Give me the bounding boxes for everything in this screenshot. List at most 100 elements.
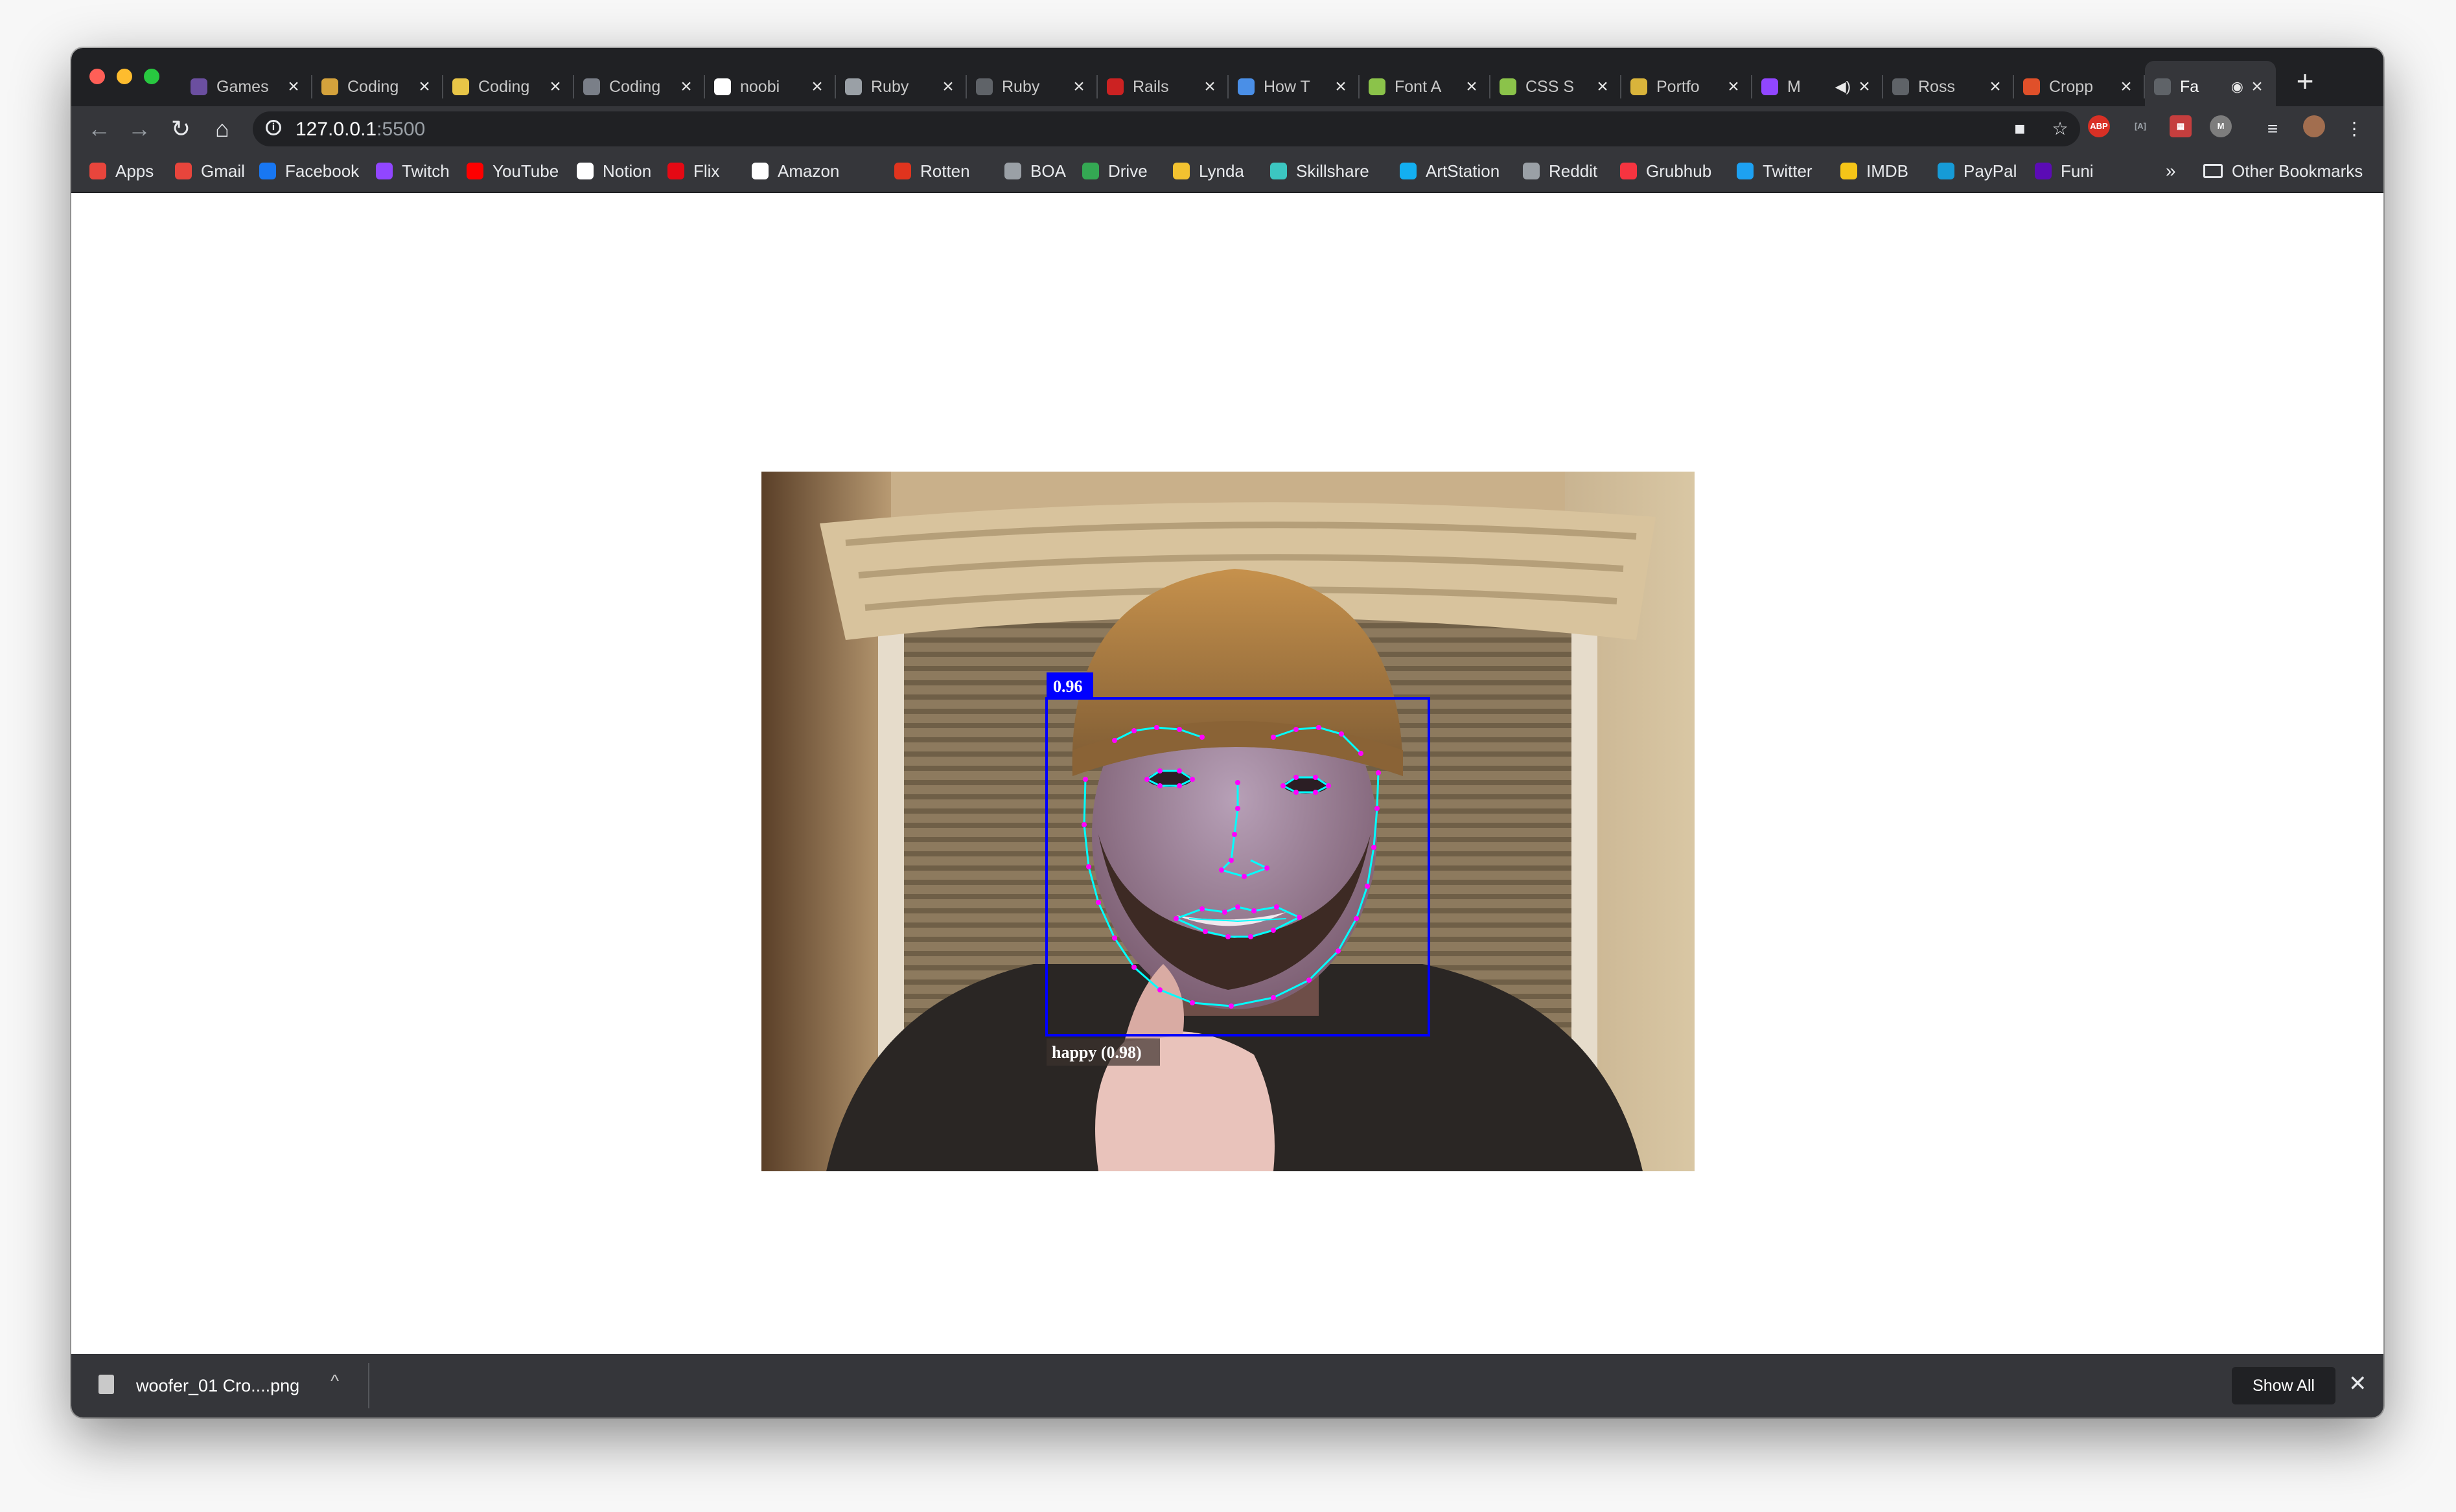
bookmark-twitter[interactable]: Twitter [1737,158,1813,184]
home-button[interactable]: ⌂ [206,113,238,145]
tab-9[interactable]: Font A × [1360,61,1490,113]
tab-title: Portfo [1656,77,1700,96]
bookmark-lynda[interactable]: Lynda [1173,158,1244,184]
bookmark-star-icon[interactable]: ☆ [2049,118,2071,140]
bookmark-artstation[interactable]: ArtStation [1400,158,1500,184]
close-tab-icon[interactable]: × [1200,76,1220,98]
back-button[interactable]: ← [83,113,115,145]
bookmark-gmail[interactable]: Gmail [175,158,245,184]
chevron-up-icon[interactable]: ^ [330,1371,339,1392]
bookmark-label: YouTube [492,161,559,181]
media-control-icon[interactable]: ≡ [2262,118,2284,140]
browser-window: Games × Coding × Coding × Coding × noobi × Ruby × Ru… [71,48,2383,1417]
close-tab-icon[interactable]: × [1724,76,1743,98]
avatar-icon [321,78,338,95]
bookmark-flix[interactable]: Flix [667,158,719,184]
image-icon [1630,78,1647,95]
calendar-extension-icon[interactable]: ▦ [2170,115,2192,137]
adblock-extension-icon[interactable]: ABP [2088,115,2110,137]
webcam-frame: 0.96 happy (0.98) [761,472,1695,1171]
tab-12[interactable]: M ◀) × [1752,61,1883,113]
tab-5[interactable]: Ruby × [836,61,967,113]
bookmark-notion[interactable]: Notion [577,158,651,184]
show-all-button[interactable]: Show All [2232,1367,2335,1404]
bookmark-imdb[interactable]: IMDB [1840,158,1908,184]
forward-button[interactable]: → [123,113,156,145]
bookmark-rotten[interactable]: Rotten [894,158,970,184]
close-tab-icon[interactable]: × [938,76,958,98]
reload-button[interactable]: ↻ [165,113,197,145]
tab-15[interactable]: Fa ◉ × [2145,61,2276,113]
camera-icon[interactable]: ■ [2009,118,2031,140]
m-extension-icon[interactable]: M [2210,115,2232,137]
profile-avatar[interactable] [2303,115,2325,137]
tab-title: noobi [740,77,780,96]
tab-2[interactable]: Coding × [443,61,574,113]
menu-kebab-icon[interactable]: ⋮ [2343,118,2365,140]
bookmark-label: IMDB [1866,161,1908,181]
bookmark-label: Grubhub [1646,161,1712,181]
close-window-button[interactable] [89,69,105,84]
tab-4[interactable]: noobi × [705,61,836,113]
close-tab-icon[interactable]: × [1069,76,1089,98]
tab-13[interactable]: Ross × [1883,61,2014,113]
close-tab-icon[interactable]: × [677,76,696,98]
close-downloads-icon[interactable]: ✕ [2348,1371,2367,1397]
tab-7[interactable]: Rails × [1098,61,1229,113]
twitter-icon [1737,163,1754,179]
bookmark-grubhub[interactable]: Grubhub [1620,158,1711,184]
tab-3[interactable]: Coding × [574,61,705,113]
close-tab-icon[interactable]: × [1986,76,2005,98]
tab-8[interactable]: How T × [1229,61,1360,113]
extension-icon[interactable]: [A] [2129,115,2151,137]
other-bookmarks-folder[interactable]: Other Bookmarks [2203,158,2363,184]
bookmark-facebook[interactable]: Facebook [259,158,359,184]
bookmark-label: Flix [693,161,720,181]
apps-grid-icon [89,163,106,179]
tab-11[interactable]: Portfo × [1621,61,1752,113]
speaker-icon[interactable]: ◀) [1835,78,1851,95]
zoom-window-button[interactable] [144,69,159,84]
close-tab-icon[interactable]: × [284,76,303,98]
close-tab-icon[interactable]: × [2247,76,2267,98]
close-tab-icon[interactable]: × [1462,76,1481,98]
bookmark-funi[interactable]: Funi [2035,158,2094,184]
close-tab-icon[interactable]: × [1855,76,1874,98]
bookmark-paypal[interactable]: PayPal [1938,158,2017,184]
info-icon[interactable]: i [266,120,281,135]
bookmark-twitch[interactable]: Twitch [376,158,450,184]
bookmark-boa[interactable]: BOA [1004,158,1066,184]
bookmark-skillshare[interactable]: Skillshare [1270,158,1369,184]
tab-0[interactable]: Games × [181,61,312,113]
close-tab-icon[interactable]: × [1593,76,1612,98]
bookmark-drive[interactable]: Drive [1082,158,1148,184]
minimize-window-button[interactable] [117,69,132,84]
close-tab-icon[interactable]: × [2116,76,2136,98]
download-item[interactable]: woofer_01 Cro....png [136,1376,299,1396]
font-awesome-icon [1369,78,1385,95]
bookmark-youtube[interactable]: YouTube [467,158,559,184]
globe-icon [845,78,862,95]
tab-14[interactable]: Cropp × [2014,61,2145,113]
tab-title: Fa [2180,77,2199,96]
youtube-icon [467,163,483,179]
bookmarks-bar: Apps Gmail Facebook Twitch YouTube Notion Flix… [71,152,2383,193]
bookmark-label: Notion [603,161,652,181]
close-tab-icon[interactable]: × [546,76,565,98]
globe-icon [2154,78,2171,95]
tab-1[interactable]: Coding × [312,61,443,113]
crop-icon [2023,78,2040,95]
address-bar[interactable]: i 127.0.0.1:5500 ■ ☆ [253,111,2080,146]
tab-10[interactable]: CSS S × [1490,61,1621,113]
close-tab-icon[interactable]: × [415,76,434,98]
close-tab-icon[interactable]: × [807,76,827,98]
dots-icon [1238,78,1255,95]
bookmark-label: Twitch [402,161,450,181]
close-tab-icon[interactable]: × [1331,76,1350,98]
bookmarks-overflow-icon[interactable]: » [2166,161,2176,181]
new-tab-button[interactable]: + [2288,63,2323,98]
bookmark-apps[interactable]: Apps [89,158,154,184]
bookmark-reddit[interactable]: Reddit [1523,158,1597,184]
bookmark-amazon[interactable]: Amazon [752,158,839,184]
tab-6[interactable]: Ruby × [967,61,1098,113]
